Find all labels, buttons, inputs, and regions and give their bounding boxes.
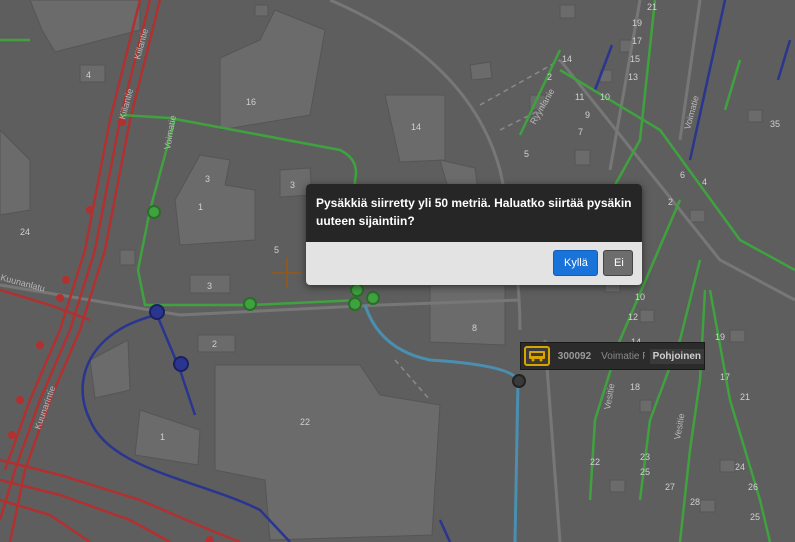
svg-text:17: 17 <box>720 372 730 382</box>
svg-text:5: 5 <box>274 245 279 255</box>
stop-id: 300092 <box>557 350 592 362</box>
svg-text:21: 21 <box>740 392 750 402</box>
svg-text:9: 9 <box>585 110 590 120</box>
yes-button[interactable]: Kyllä <box>553 250 598 276</box>
svg-text:24: 24 <box>20 227 30 237</box>
svg-text:26: 26 <box>748 482 758 492</box>
svg-text:13: 13 <box>628 72 638 82</box>
svg-text:Kiilantie: Kiilantie <box>132 27 150 60</box>
bus-icon <box>524 346 550 366</box>
svg-text:3: 3 <box>207 281 212 291</box>
svg-text:17: 17 <box>632 36 642 46</box>
svg-text:2: 2 <box>668 197 673 207</box>
svg-text:Voimatie: Voimatie <box>162 115 178 151</box>
svg-text:21: 21 <box>647 2 657 12</box>
svg-text:25: 25 <box>640 467 650 477</box>
svg-text:12: 12 <box>628 312 638 322</box>
svg-text:15: 15 <box>630 54 640 64</box>
svg-text:19: 19 <box>632 18 642 28</box>
svg-text:16: 16 <box>246 97 256 107</box>
svg-text:28: 28 <box>690 497 700 507</box>
svg-text:Kuunanlatu: Kuunanlatu <box>0 272 46 293</box>
no-button[interactable]: Ei <box>603 250 633 276</box>
svg-text:2: 2 <box>212 339 217 349</box>
stop-direction: Pohjoinen <box>649 348 704 364</box>
dialog-message: Pysäkkiä siirretty yli 50 metriä. Haluat… <box>306 184 642 242</box>
svg-text:10: 10 <box>635 292 645 302</box>
svg-text:14: 14 <box>562 54 572 64</box>
svg-text:1: 1 <box>198 202 203 212</box>
svg-text:23: 23 <box>640 452 650 462</box>
svg-text:2: 2 <box>547 72 552 82</box>
stop-info-tooltip[interactable]: 300092 Voimatie P Pohjoinen <box>520 342 705 370</box>
svg-text:5: 5 <box>524 149 529 159</box>
svg-text:10: 10 <box>600 92 610 102</box>
svg-text:6: 6 <box>680 170 685 180</box>
svg-text:7: 7 <box>578 127 583 137</box>
svg-text:19: 19 <box>715 332 725 342</box>
svg-text:3: 3 <box>290 180 295 190</box>
svg-text:11: 11 <box>575 92 584 102</box>
svg-text:24: 24 <box>735 462 745 472</box>
dialog-button-row: Kyllä Ei <box>553 250 633 276</box>
svg-text:35: 35 <box>770 119 780 129</box>
svg-text:8: 8 <box>472 323 477 333</box>
svg-text:4: 4 <box>702 177 707 187</box>
svg-text:22: 22 <box>300 417 310 427</box>
svg-text:25: 25 <box>750 512 760 522</box>
svg-text:18: 18 <box>630 382 640 392</box>
svg-text:4: 4 <box>86 70 91 80</box>
stop-name: Voimatie P <box>601 350 645 362</box>
tram-lines <box>0 0 241 542</box>
svg-text:1: 1 <box>160 432 165 442</box>
crosshair-icon[interactable] <box>272 258 302 288</box>
svg-text:Vesitie: Vesitie <box>672 412 686 440</box>
move-stop-dialog: Pysäkkiä siirretty yli 50 metriä. Haluat… <box>306 184 642 285</box>
svg-text:14: 14 <box>411 122 421 132</box>
svg-text:3: 3 <box>205 174 210 184</box>
svg-text:27: 27 <box>665 482 675 492</box>
svg-text:22: 22 <box>590 457 600 467</box>
